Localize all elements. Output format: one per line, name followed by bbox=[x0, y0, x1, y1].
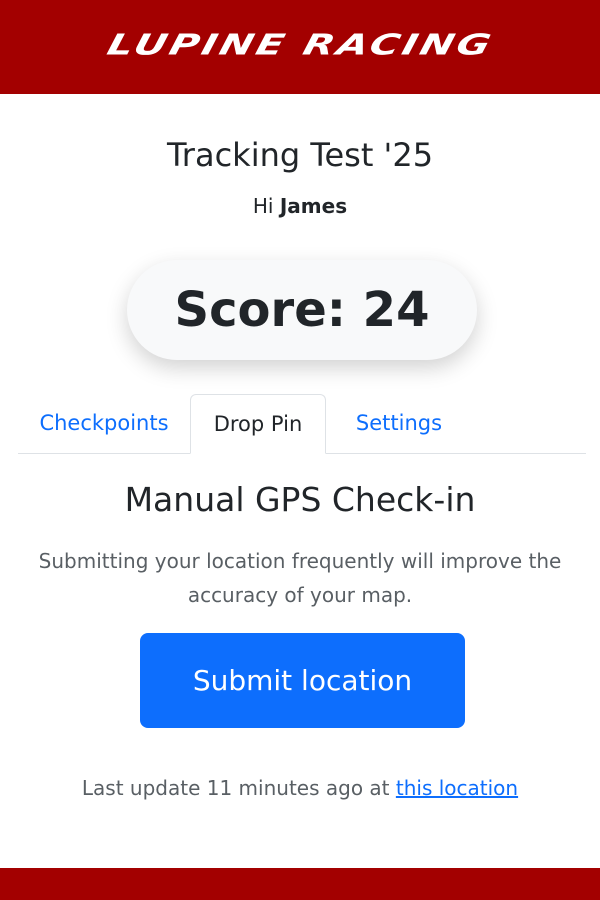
tab-checkpoints[interactable]: Checkpoints bbox=[18, 394, 190, 453]
header-bar: LUPINE RACING bbox=[0, 0, 600, 94]
description-text: Submitting your location frequently will… bbox=[38, 549, 562, 607]
location-link[interactable]: this location bbox=[396, 776, 518, 800]
event-title: Tracking Test '25 bbox=[166, 136, 434, 174]
section-heading: Manual GPS Check-in bbox=[124, 480, 476, 519]
greeting-prefix: Hi bbox=[252, 194, 274, 218]
tab-drop-pin[interactable]: Drop Pin bbox=[190, 394, 326, 454]
footer-bar bbox=[0, 868, 600, 900]
last-update-text: Last update 11 minutes ago at bbox=[81, 776, 390, 800]
score-label: Score: 24 bbox=[174, 282, 430, 338]
score-badge: Score: 24 bbox=[127, 260, 477, 360]
brand-logo: LUPINE RACING bbox=[103, 28, 497, 62]
last-update-status: Last update 11 minutes ago at this locat… bbox=[0, 776, 600, 800]
tab-bar: Checkpoints Drop Pin Settings bbox=[18, 394, 586, 454]
page: LUPINE RACING Tracking Test '25 Hi James… bbox=[0, 0, 600, 900]
greeting: Hi James bbox=[0, 194, 600, 218]
tab-settings[interactable]: Settings bbox=[326, 394, 472, 453]
submit-location-button[interactable]: Submit location bbox=[140, 633, 465, 728]
user-name: James bbox=[279, 194, 348, 218]
